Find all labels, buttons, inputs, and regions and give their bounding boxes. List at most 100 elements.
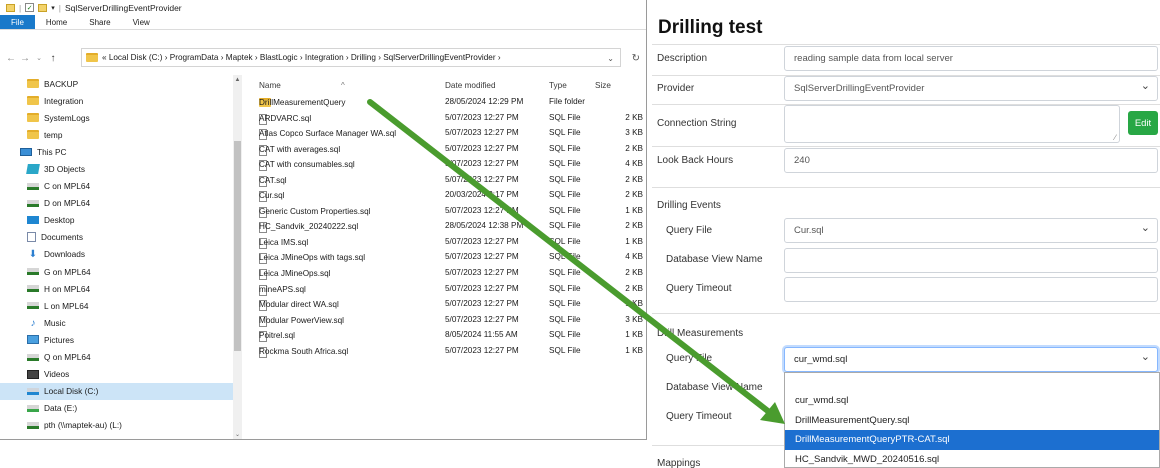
file-row[interactable]: Atlas Copco Surface Manager WA.sql 5/07/2… <box>247 126 646 142</box>
dropdown-option-blank[interactable] <box>785 373 1159 391</box>
properties-check-icon[interactable]: ✓ <box>25 3 35 12</box>
file-row[interactable]: Modular direct WA.sql 5/07/2023 12:27 PM S… <box>247 297 646 313</box>
connection-string-field[interactable] <box>784 105 1120 143</box>
provider-select[interactable]: SqlServerDrillingEventProvider <box>784 76 1158 101</box>
file-name-text: CAT with consumables.sql <box>259 160 355 170</box>
dropdown-option[interactable]: DrillMeasurementQuery.sql <box>785 411 1159 431</box>
file-name-text: Leica JMineOps with tags.sql <box>259 253 366 263</box>
file-row[interactable]: Leica JMineOps.sql 5/07/2023 12:27 PM SQL … <box>247 266 646 282</box>
file-name-text: CAT with averages.sql <box>259 144 341 154</box>
nav-scroll-thumb[interactable] <box>234 141 241 351</box>
nav-item[interactable]: Data (E:) <box>0 400 242 417</box>
tab-home[interactable]: Home <box>35 15 78 29</box>
downloads-icon: ⬇ <box>28 249 38 261</box>
back-arrow-icon[interactable]: ← <box>4 53 18 64</box>
de-query-file-select[interactable]: Cur.sql <box>784 218 1158 243</box>
file-type: SQL File <box>549 174 581 184</box>
nav-scrollbar[interactable]: ▲ ⌄ <box>233 75 242 439</box>
file-date: 5/07/2023 12:27 PM <box>445 345 519 355</box>
look-back-hours-field[interactable]: 240 <box>784 148 1158 173</box>
3d-objects-icon <box>26 164 40 175</box>
file-date: 5/07/2023 12:27 PM <box>445 112 519 122</box>
nav-item[interactable]: This PC <box>0 143 242 160</box>
de-timeout-field[interactable] <box>784 277 1158 302</box>
recent-chevron-down-icon[interactable]: ⌄ <box>32 54 46 62</box>
file-row[interactable]: mineAPS.sql 5/07/2023 12:27 PM SQL File 2 K… <box>247 282 646 298</box>
file-type: SQL File <box>549 128 581 138</box>
nav-item[interactable]: G on MPL64 <box>0 263 242 280</box>
de-view-name-field[interactable] <box>784 248 1158 273</box>
file-row[interactable]: HC_Sandvik_20240222.sql 28/05/2024 12:38 … <box>247 219 646 235</box>
refresh-icon[interactable]: ↻ <box>632 53 640 64</box>
file-name-text: Leica JMineOps.sql <box>259 269 331 279</box>
nav-item[interactable]: ⬇ Downloads <box>0 246 242 263</box>
column-type[interactable]: Type <box>549 81 567 90</box>
edit-button[interactable]: Edit <box>1128 111 1158 135</box>
file-row[interactable]: CAT with consumables.sql 5/07/2023 12:27 … <box>247 157 646 173</box>
file-row[interactable]: Modular PowerView.sql 5/07/2023 12:27 PM S… <box>247 313 646 329</box>
file-row[interactable]: Generic Custom Properties.sql 5/07/2023 1… <box>247 204 646 220</box>
nav-item[interactable]: Pictures <box>0 331 242 348</box>
nav-item[interactable]: H on MPL64 <box>0 280 242 297</box>
sort-ascending-icon: ^ <box>341 81 345 90</box>
breadcrumb[interactable]: « Local Disk (C:) › ProgramData › Maptek… <box>102 53 501 62</box>
column-name[interactable]: Name <box>259 81 281 90</box>
nav-item[interactable]: Integration <box>0 92 242 109</box>
file-row[interactable]: Cur.sql 20/03/2024 2:17 PM SQL File 2 KB <box>247 188 646 204</box>
file-row[interactable]: Poitrel.sql 8/05/2024 11:55 AM SQL File 1 K… <box>247 328 646 344</box>
file-size: 4 KB <box>625 159 643 169</box>
nav-item-label: Desktop <box>44 215 75 226</box>
nav-item[interactable]: ♪ Music <box>0 314 242 331</box>
nav-item[interactable]: Desktop <box>0 212 242 229</box>
tab-share[interactable]: Share <box>78 15 121 29</box>
file-size: 2 KB <box>625 283 643 293</box>
file-name-text: Modular PowerView.sql <box>259 315 344 325</box>
folder-icon <box>27 113 39 123</box>
nav-item[interactable]: pth (\\maptek-au) (L:) <box>0 417 242 434</box>
file-date: 20/03/2024 2:17 PM <box>445 190 519 200</box>
file-row[interactable]: DrillMeasurementQuery 28/05/2024 12:29 PM… <box>247 95 646 111</box>
nav-item[interactable]: SystemLogs <box>0 109 242 126</box>
new-folder-icon[interactable] <box>38 3 48 12</box>
file-row[interactable]: ARDVARC.sql 5/07/2023 12:27 PM SQL File 2 K… <box>247 111 646 127</box>
file-row[interactable]: Leica IMS.sql 5/07/2023 12:27 PM SQL File 1… <box>247 235 646 251</box>
tab-file[interactable]: File <box>0 15 35 29</box>
scroll-up-icon[interactable]: ▲ <box>233 77 242 83</box>
quick-access-dropdown-icon[interactable]: ▾ <box>51 4 55 12</box>
nav-item-label: L on MPL64 <box>44 300 89 311</box>
tab-view[interactable]: View <box>122 15 161 29</box>
file-row[interactable]: CAT with averages.sql 5/07/2023 12:27 PM S… <box>247 142 646 158</box>
column-size[interactable]: Size <box>595 81 611 90</box>
nav-item[interactable]: Q on MPL64 <box>0 349 242 366</box>
nav-item[interactable]: temp <box>0 126 242 143</box>
file-date: 5/07/2023 12:27 PM <box>445 174 519 184</box>
nav-item[interactable]: C on MPL64 <box>0 178 242 195</box>
file-type: SQL File <box>549 159 581 169</box>
dropdown-option-selected[interactable]: DrillMeasurementQueryPTR-CAT.sql <box>785 430 1159 450</box>
nav-item[interactable]: Documents <box>0 229 242 246</box>
dropdown-option[interactable]: HC_Sandvik_MWD_20240516.sql <box>785 450 1159 468</box>
nav-item[interactable]: 3D Objects <box>0 160 242 177</box>
file-row[interactable]: Rockma South Africa.sql 5/07/2023 12:27 P… <box>247 344 646 360</box>
dm-query-file-value: cur_wmd.sql <box>794 354 848 365</box>
quick-access-icon[interactable] <box>6 3 15 12</box>
dropdown-option[interactable]: cur_wmd.sql <box>785 391 1159 411</box>
description-field[interactable]: reading sample data from local server <box>784 46 1158 71</box>
nav-item[interactable]: BACKUP <box>0 75 242 92</box>
nav-item[interactable]: D on MPL64 <box>0 195 242 212</box>
nav-item[interactable]: Local Disk (C:) <box>0 382 242 400</box>
forward-arrow-icon[interactable]: → <box>18 53 32 64</box>
folder-icon <box>27 96 39 106</box>
up-arrow-icon[interactable]: ↑ <box>46 53 60 64</box>
nav-item[interactable]: Videos <box>0 366 242 383</box>
scroll-down-icon[interactable]: ⌄ <box>233 431 242 438</box>
nav-item[interactable]: L on MPL64 <box>0 297 242 314</box>
file-type: File folder <box>549 97 585 106</box>
nav-item-label: Videos <box>44 369 70 380</box>
file-row[interactable]: Leica JMineOps with tags.sql 5/07/2023 12… <box>247 250 646 266</box>
address-dropdown-icon[interactable]: ⌄ <box>607 54 614 63</box>
file-row[interactable]: CAT.sql 5/07/2023 12:27 PM SQL File 2 KB <box>247 173 646 189</box>
dm-query-file-select[interactable]: cur_wmd.sql <box>784 347 1158 372</box>
column-date-modified[interactable]: Date modified <box>445 81 496 90</box>
address-bar[interactable]: « Local Disk (C:) › ProgramData › Maptek… <box>81 48 621 67</box>
